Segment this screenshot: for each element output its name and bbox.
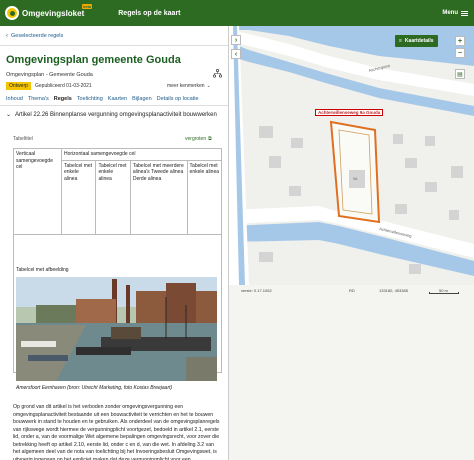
table-cell: Tabelcel met enkele alinea xyxy=(186,159,223,235)
document-subtitle: Omgevingsplan - Gemeente Gouda xyxy=(6,72,93,78)
external-link-icon: ⧉ xyxy=(208,136,212,142)
map-layers-icon[interactable]: ▤ xyxy=(455,69,465,79)
omgevingsloket-logo[interactable]: Omgevingsloket beta xyxy=(5,3,93,20)
kaartdetails-label: Kaartdetails xyxy=(404,38,434,44)
scale-bar xyxy=(429,292,459,294)
kaartdetails-button[interactable]: ≡ Kaartdetails xyxy=(395,35,438,47)
chevron-down-icon: ⌄ xyxy=(206,83,211,89)
zoom-out-button[interactable]: − xyxy=(455,48,465,58)
coordinates-text: 133180, 453385 xyxy=(379,288,408,293)
back-link[interactable]: ‹ Geselecteerde regels xyxy=(6,33,63,39)
logo-icon xyxy=(5,6,19,20)
rules-panel: ‹ Geselecteerde regels Omgevingsplan gem… xyxy=(0,26,229,460)
app-title: Regels op de kaart xyxy=(118,9,181,17)
article-title: Artikel 22.26 Binnenplanse vergunning om… xyxy=(15,112,217,118)
enlarge-label: vergroten xyxy=(185,136,207,142)
vertical-merged-cell: Verticaal samengevoegde cel xyxy=(13,148,62,235)
image-cell-label: Tabelcel met afbeelding xyxy=(16,267,69,273)
logo-text: Omgevingsloket beta xyxy=(22,3,93,18)
logo-name: Omgevingsloket xyxy=(22,8,85,18)
more-properties-button[interactable]: meer kenmerken ⌄ xyxy=(167,83,211,89)
map-status-bar: versie: 0.17.1052 RD 133180, 453385 50 m xyxy=(229,285,474,295)
menu-button[interactable]: Menu xyxy=(442,10,468,16)
map-canvas[interactable]: Aschergouw Achterwillenseweg 9A xyxy=(229,26,474,285)
house-number: 9A xyxy=(353,177,358,181)
table-cell: Tabelcel met enkele alinea xyxy=(95,159,131,235)
hierarchy-icon[interactable] xyxy=(213,69,222,78)
published-date: Gepubliceerd 01-03-2021 xyxy=(35,83,92,89)
harbour-photo xyxy=(16,277,217,381)
map-view[interactable]: Aschergouw Achterwillenseweg 9A Achterwi… xyxy=(229,26,474,460)
beta-badge: beta xyxy=(82,3,93,9)
projection-label: RD xyxy=(349,288,355,293)
zoom-in-button[interactable]: + xyxy=(455,36,465,46)
article-heading[interactable]: ⌄ Artikel 22.26 Binnenplanse vergunning … xyxy=(6,112,221,120)
horizontal-merged-cell: Horizontaal samengevoegde cel xyxy=(61,148,222,161)
location-label: Achterwillenseweg 9a Gouda xyxy=(315,109,384,116)
top-bar: Omgevingsloket beta Regels op de kaart Me… xyxy=(0,0,474,26)
article-body: Op grond van dit artikel is het verboden… xyxy=(13,404,220,460)
chevron-right-icon[interactable]: › xyxy=(231,35,241,45)
version-text: versie: 0.17.1052 xyxy=(241,288,272,293)
back-label: Geselecteerde regels xyxy=(11,33,64,39)
chevron-left-icon[interactable]: ‹ xyxy=(231,49,241,59)
chevron-left-icon: ‹ xyxy=(6,33,8,39)
divider xyxy=(0,105,228,106)
more-label: meer kenmerken xyxy=(167,83,205,89)
chevron-down-icon: ⌄ xyxy=(6,112,12,118)
divider xyxy=(0,45,228,46)
table-title: Tabeltitel xyxy=(13,136,33,142)
photo-caption: Amersfoort Eemhaven (bron: Utrecht Marke… xyxy=(16,385,173,391)
hamburger-icon xyxy=(461,10,468,16)
document-title: Omgevingsplan gemeente Gouda xyxy=(6,54,181,66)
menu-label: Menu xyxy=(442,10,458,16)
status-badge: Ontwerp xyxy=(6,82,31,90)
enlarge-link[interactable]: vergroten ⧉ xyxy=(185,136,212,142)
table-cell: Tabelcel met enkele alinea xyxy=(60,159,97,235)
table-cell: Tabelcel met meerdere alinea's Tweede al… xyxy=(129,159,188,235)
layers-icon: ≡ xyxy=(399,38,402,44)
